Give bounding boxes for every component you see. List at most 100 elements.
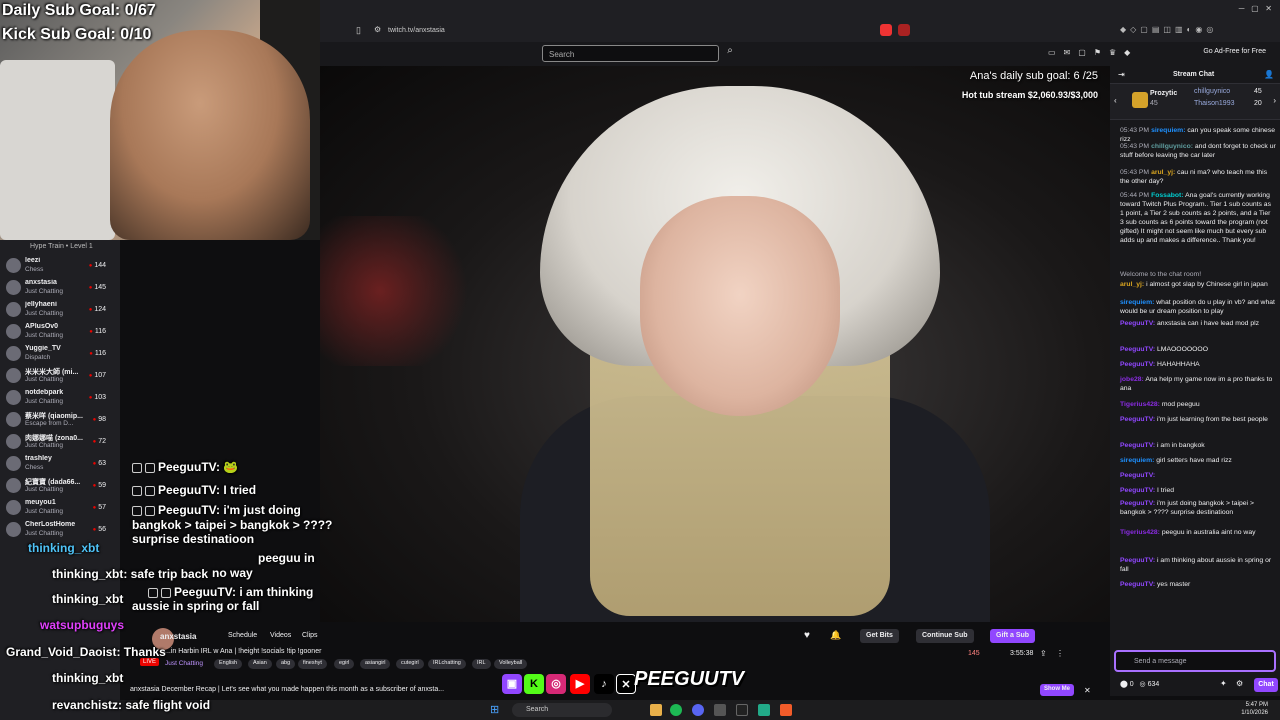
message-username[interactable]: PeeguuTV: — [1120, 361, 1155, 368]
avatar — [6, 500, 21, 515]
search-icon[interactable]: ⌕ — [722, 45, 738, 62]
taskbar-clock: 5:47 PM 1/10/2026 — [1241, 702, 1268, 716]
video-player[interactable] — [320, 66, 1110, 622]
ad-free-link[interactable]: Go Ad-Free for Free — [1203, 48, 1266, 55]
site-info-icon[interactable]: ⚙ — [374, 25, 381, 34]
message-username[interactable]: PeeguuTV: — [1120, 416, 1155, 423]
sidebar-item-trashley[interactable]: trashley Chess 63 — [0, 453, 120, 475]
message-username[interactable]: sirequiem: — [1120, 299, 1154, 306]
message-username[interactable]: PeeguuTV: — [1120, 487, 1155, 494]
tag[interactable]: abg — [276, 659, 296, 669]
tag[interactable]: cutegirl — [396, 659, 424, 669]
collapse-chat-icon[interactable]: ⇥ — [1118, 70, 1125, 79]
overlay-user-line: revanchistz: safe flight void — [52, 698, 211, 712]
chat-message: PeeguuTV: i am thinking about aussie in … — [1120, 556, 1276, 574]
header-icons[interactable]: ▭✉▢⚑♛◆ — [1048, 48, 1138, 57]
gift-sub-button[interactable]: Gift a Sub — [990, 629, 1036, 643]
tag[interactable]: fineshyt — [298, 659, 327, 669]
message-username[interactable]: PeeguuTV: — [1120, 320, 1155, 327]
tag[interactable]: IRLchatting — [428, 659, 466, 669]
close-icon[interactable]: ✕ — [1084, 686, 1091, 695]
search-input[interactable]: Search — [542, 45, 719, 62]
chat-title: Stream Chat — [1173, 71, 1215, 78]
message-username[interactable]: PeeguuTV: — [1120, 500, 1155, 507]
get-bits-button[interactable]: Get Bits — [860, 629, 899, 643]
tag[interactable]: IRL — [472, 659, 491, 669]
extensions-icon[interactable]: ◆◇▢▤◫▥◐◉◎ — [1120, 25, 1217, 34]
show-me-button[interactable]: Show Me — [1040, 684, 1075, 696]
chat-message: 05:43 PM arul_yj: cau ni ma? who teach me… — [1120, 168, 1276, 186]
sidebar-item-cherlosthome[interactable]: CherLostHome Just Chatting 56 — [0, 519, 120, 541]
message-username[interactable]: PeeguuTV: — [1120, 472, 1155, 479]
chat-message: PeeguuTV: i'm just learning from the bes… — [1120, 415, 1276, 424]
sidebar-item-notdebpark[interactable]: notdebpark Just Chatting 103 — [0, 387, 120, 409]
emote-icon[interactable]: ✦ — [1220, 679, 1227, 688]
tag[interactable]: English — [214, 659, 243, 669]
sidebar-item-yuggie[interactable]: Yuggie_TV Dispatch 116 — [0, 343, 120, 365]
tab-videos[interactable]: Videos — [270, 632, 291, 639]
tag[interactable]: asiangirl — [360, 659, 391, 669]
heart-icon[interactable]: ♥ — [804, 630, 810, 641]
message-username[interactable]: Tigerius428: — [1120, 401, 1160, 408]
viewer-count: 57 — [93, 504, 106, 511]
message-username[interactable]: PeeguuTV: — [1120, 581, 1155, 588]
users-icon[interactable]: 👤 — [1264, 70, 1274, 79]
chat-send-button[interactable]: Chat — [1254, 678, 1278, 692]
message-username[interactable]: arul_yj: — [1151, 169, 1175, 176]
chevron-left-icon[interactable]: ‹ — [1114, 96, 1117, 105]
message-username[interactable]: Fossabot: — [1151, 192, 1183, 199]
message-username[interactable]: sirequiem: — [1120, 457, 1154, 464]
chevron-right-icon[interactable]: › — [1273, 96, 1276, 105]
message-username[interactable]: jobe28: — [1120, 376, 1144, 383]
tab-schedule[interactable]: Schedule — [228, 632, 257, 639]
sidebar-item-anxstasia[interactable]: anxstasia Just Chatting 145 — [0, 277, 120, 299]
url-text[interactable]: twitch.tv/anxstasia — [388, 27, 445, 34]
rewards-icon[interactable] — [898, 24, 910, 36]
chat-input[interactable]: Send a message — [1114, 650, 1276, 672]
settings-gear-icon[interactable]: ⚙ — [1236, 679, 1243, 688]
sidebar-item-zona[interactable]: 肉娜娜喵 (zona0...Just Chatting72 — [0, 431, 120, 453]
sidebar-item-qiaomip[interactable]: 蔡米咩 (qiaomip...Escape from D...98 — [0, 409, 120, 431]
sidebar-item-meuyou[interactable]: meuyou1 Just Chatting 57 — [0, 497, 120, 519]
tab-clips[interactable]: Clips — [302, 632, 318, 639]
chat-message: PeeguuTV: i am in bangkok — [1120, 441, 1276, 450]
tag[interactable]: egirl — [334, 659, 355, 669]
windows-start-icon[interactable]: ⊞ — [490, 703, 499, 716]
message-username[interactable]: PeeguuTV: — [1120, 442, 1155, 449]
bookmark-icon[interactable]: ▯ — [356, 25, 361, 36]
terminal-icon[interactable] — [736, 704, 748, 716]
address-bar[interactable]: ▯ ⚙ twitch.tv/anxstasia ◆◇▢▤◫▥◐◉◎ — [320, 20, 1280, 42]
recap-banner: anxstasia December Recap | Let's see wha… — [130, 686, 445, 693]
message-text: Ana goal's currently working toward Twit… — [1120, 192, 1271, 244]
message-username[interactable]: PeeguuTV: — [1120, 557, 1155, 564]
message-username[interactable]: PeeguuTV: — [1120, 346, 1155, 353]
browser-icon[interactable] — [758, 704, 770, 716]
sidebar-item-mimimi[interactable]: 米米米大師 (mi...Just Chatting107 — [0, 365, 120, 387]
channel-category: Just Chatting — [25, 486, 63, 493]
share-icon[interactable]: ⇪ — [1040, 649, 1047, 658]
stream-category[interactable]: Just Chatting — [165, 660, 203, 667]
channel-points[interactable]: ⬤ 0 ◎ 634 — [1120, 680, 1159, 688]
message-username[interactable]: sirequiem: — [1151, 127, 1185, 134]
message-username[interactable]: arul_yj: — [1120, 281, 1144, 288]
sidebar-item-leezi[interactable]: leezi Chess 144 — [0, 255, 120, 277]
more-options-icon[interactable]: ⋮ — [1056, 649, 1064, 658]
sidebar-item-jellyhaeni[interactable]: jellyhaeni Just Chatting 124 — [0, 299, 120, 321]
viewer-count: 56 — [93, 526, 106, 533]
overlay-chat-line: PeeguuTV: i'm just doing — [132, 503, 301, 517]
brave-shield-icon[interactable] — [880, 24, 892, 36]
sidebar-item-dada[interactable]: 紀寶寶 (dada66...Just Chatting59 — [0, 475, 120, 497]
message-username[interactable]: chillguynico: — [1151, 143, 1193, 150]
brave-icon[interactable] — [780, 704, 792, 716]
window-controls[interactable]: ─ ▢ ✕ — [1239, 4, 1272, 13]
channel-name[interactable]: anxstasia — [160, 632, 196, 641]
continue-sub-button[interactable]: Continue Sub — [916, 629, 974, 643]
channel-name: trashley — [25, 455, 52, 462]
message-username[interactable]: Tigerius428: — [1120, 529, 1160, 536]
tag[interactable]: Asian — [248, 659, 272, 669]
overlay-chat-line: PeeguuTV: 🐸 — [132, 460, 238, 474]
avatar — [6, 434, 21, 449]
sidebar-item-aplusov0[interactable]: APlusOv0 Just Chatting 116 — [0, 321, 120, 343]
notification-bell-icon[interactable]: 🔔 — [830, 630, 841, 641]
channel-name: APlusOv0 — [25, 323, 59, 330]
